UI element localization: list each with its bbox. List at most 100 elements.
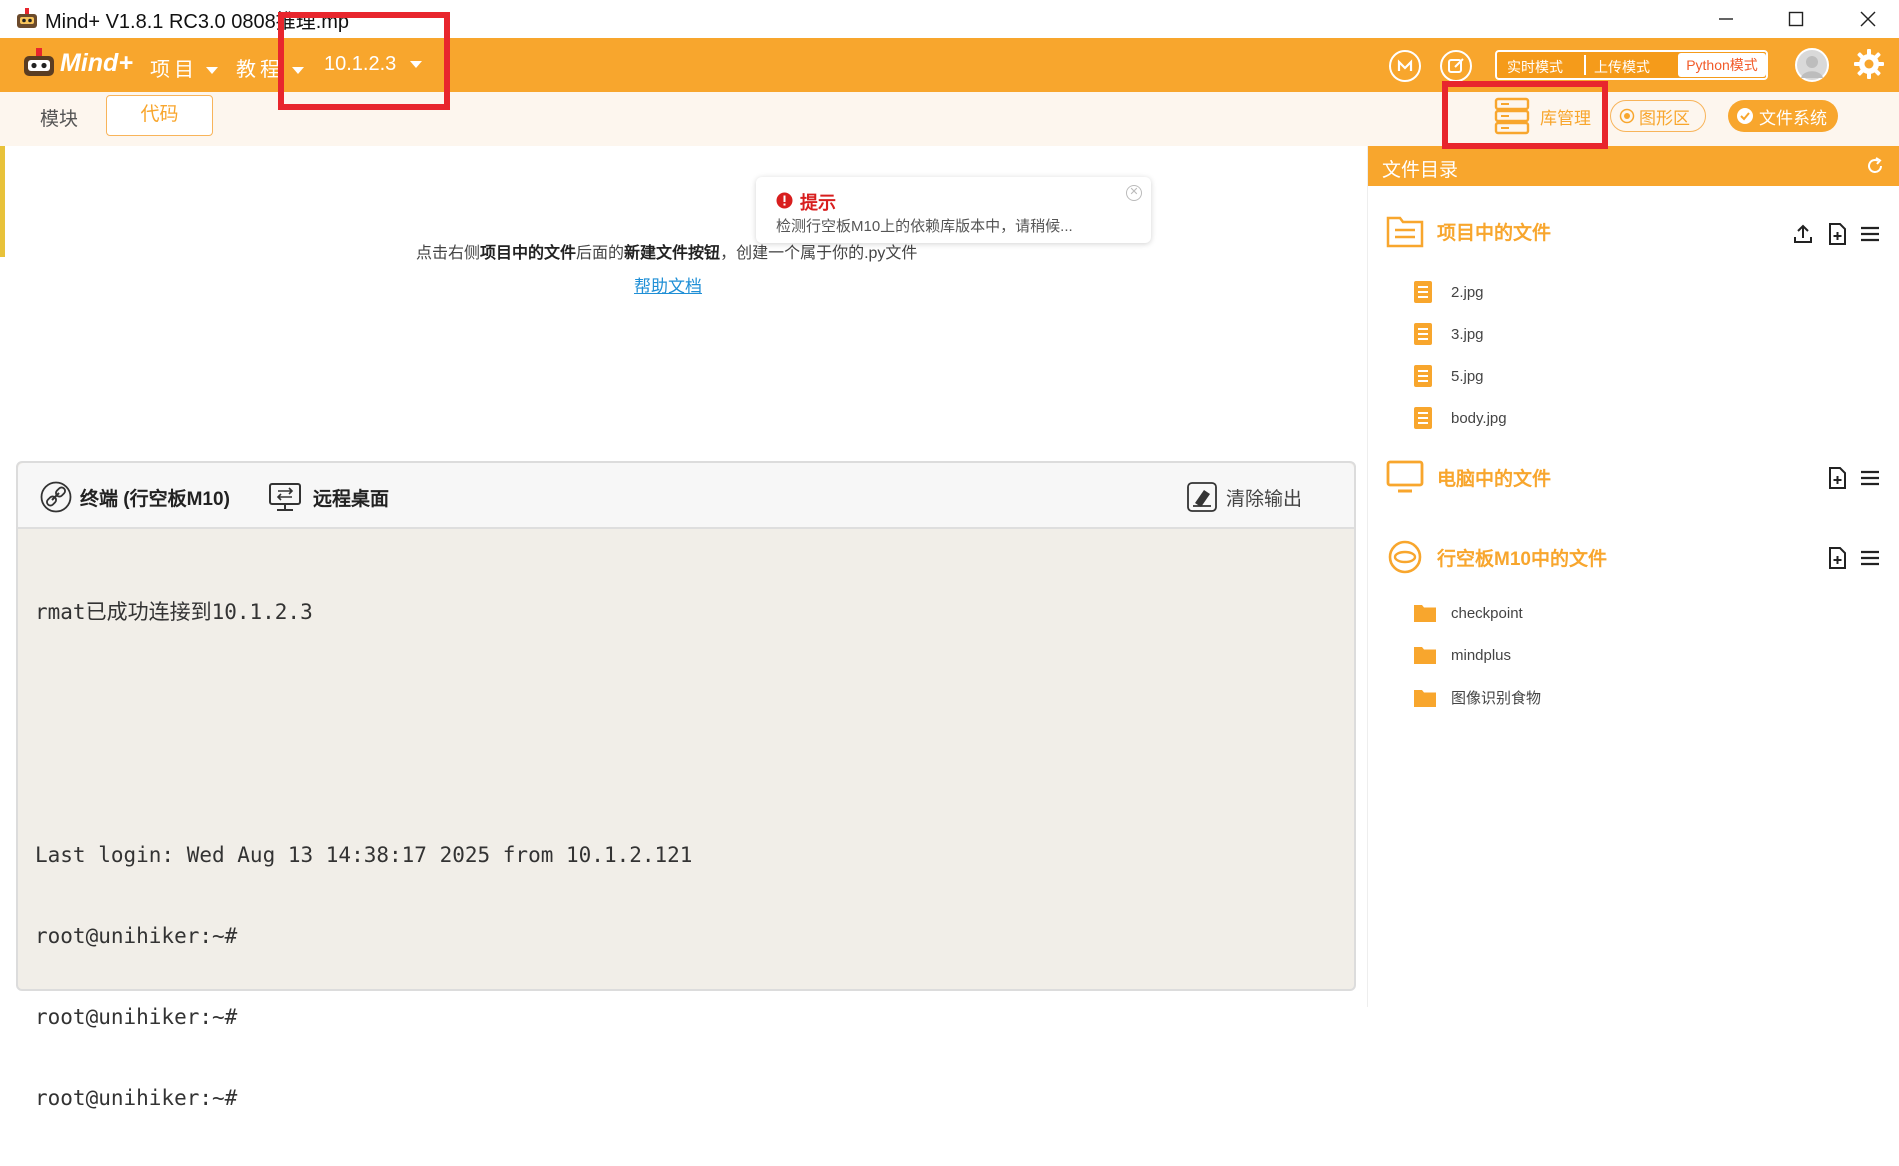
toast-title: 提示 [800, 193, 836, 213]
settings-button[interactable] [1853, 48, 1885, 85]
close-icon [1860, 11, 1876, 27]
menu-icon[interactable] [1859, 467, 1881, 489]
close-button[interactable] [1838, 2, 1898, 36]
terminal-output[interactable]: rmat已成功连接到10.1.2.3 Last login: Wed Aug 1… [35, 545, 692, 1166]
section-board-files-label: 行空板M10中的文件 [1437, 548, 1607, 570]
section-project-files-label: 项目中的文件 [1437, 222, 1552, 244]
upload-icon[interactable] [1791, 222, 1815, 246]
hint-text-2: 后面的 [576, 245, 625, 262]
project-files-actions [1791, 222, 1881, 246]
section-computer-files[interactable]: 电脑中的文件 [1386, 460, 1551, 494]
toast-message: 检测行空板M10上的依赖库版本中，请稍候... [776, 218, 1073, 235]
maximize-button[interactable] [1766, 2, 1826, 36]
file-name: 3.jpg [1451, 325, 1484, 343]
close-icon: ✕ [1129, 186, 1139, 198]
terminal-line: Last login: Wed Aug 13 14:38:17 2025 fro… [35, 843, 693, 867]
hint-bold-project-files: 项目中的文件 [480, 245, 577, 262]
code-editor-area[interactable]: 点击右侧项目中的文件后面的新建文件按钮，创建一个属于你的.py文件 帮助文档 [10, 148, 1361, 458]
mode-python-button[interactable]: Python模式 [1678, 53, 1766, 77]
annotation-highlight-device-ip [278, 12, 450, 110]
new-file-icon[interactable] [1825, 466, 1849, 490]
unihiker-board-icon [1388, 540, 1422, 574]
mind-community-button[interactable] [1389, 50, 1421, 82]
toast-close-button[interactable]: ✕ [1126, 185, 1142, 201]
folder-name: checkpoint [1451, 604, 1523, 622]
clear-output-label: 清除输出 [1226, 488, 1303, 510]
menu-icon[interactable] [1859, 223, 1881, 245]
file-icon [1414, 365, 1432, 387]
project-file-item[interactable]: 3.jpg [1413, 322, 1484, 346]
hint-text-1: 点击右侧 [416, 245, 481, 262]
folder-icon [1414, 605, 1436, 622]
graphics-area-button[interactable]: 图形区 [1610, 100, 1706, 132]
graphics-area-label: 图形区 [1639, 108, 1690, 128]
terminal-line: root@unihiker:~# [35, 1005, 238, 1029]
m-logo-icon [1397, 59, 1413, 71]
board-folder-item[interactable]: mindplus [1413, 645, 1511, 665]
section-board-files[interactable]: 行空板M10中的文件 [1386, 540, 1607, 574]
mode-upload-button[interactable]: 上传模式 [1594, 57, 1650, 77]
folder-name: mindplus [1451, 646, 1512, 664]
terminal-tab-label: 终端 (行空板M10) [80, 488, 230, 510]
file-directory-header: 文件目录 [1368, 146, 1899, 186]
file-icon [1414, 281, 1432, 303]
minimize-icon [1719, 18, 1733, 20]
file-icon [1414, 323, 1432, 345]
board-files-actions [1825, 546, 1881, 570]
file-name: 2.jpg [1451, 283, 1484, 301]
user-avatar[interactable] [1795, 48, 1829, 82]
file-name: 5.jpg [1451, 367, 1484, 385]
user-icon [1801, 56, 1823, 78]
file-name: body.jpg [1451, 409, 1507, 427]
board-folder-item[interactable]: 图像识别食物 [1413, 687, 1541, 708]
help-docs-link[interactable]: 帮助文档 [634, 272, 702, 297]
project-file-item[interactable]: body.jpg [1413, 406, 1507, 430]
file-directory-panel: 文件目录 项目中的文件 2.jpg 3.jpg 5.jpg body.jpg 电… [1367, 146, 1899, 1007]
project-file-item[interactable]: 2.jpg [1413, 280, 1484, 304]
new-file-icon[interactable] [1825, 546, 1849, 570]
radio-target-icon [1619, 108, 1635, 124]
clear-output-button[interactable]: 清除输出 [1186, 481, 1302, 513]
minimize-button[interactable] [1696, 2, 1756, 36]
terminal-panel: 终端 (行空板M10) 远程桌面 清除输出 rmat已成功连接到10.1.2.3… [16, 461, 1356, 1110]
check-circle-icon [1737, 108, 1753, 124]
remote-desktop-label: 远程桌面 [313, 488, 390, 510]
section-project-files[interactable]: 项目中的文件 [1386, 214, 1551, 248]
menu-project[interactable]: 项目 [150, 53, 218, 82]
remote-desktop-icon [269, 483, 301, 511]
menu-icon[interactable] [1859, 547, 1881, 569]
section-computer-files-label: 电脑中的文件 [1437, 468, 1552, 490]
new-file-icon[interactable] [1825, 222, 1849, 246]
folder-icon [1414, 647, 1436, 664]
tab-code[interactable]: 代码 [106, 95, 213, 136]
file-directory-title: 文件目录 [1382, 160, 1459, 181]
monitor-icon [1386, 460, 1424, 493]
terminal-line: root@unihiker:~# [35, 1086, 238, 1110]
menu-project-label: 项目 [150, 59, 198, 81]
terminal-line: rmat已成功连接到10.1.2.3 [35, 600, 313, 624]
maximize-icon [1788, 11, 1804, 27]
board-folder-item[interactable]: checkpoint [1413, 603, 1523, 623]
folder-list-icon [1386, 216, 1424, 248]
file-icon [1414, 407, 1432, 429]
menu-tutorial-label: 教程 [236, 59, 284, 81]
mindplus-logo[interactable]: Mind+ [22, 46, 133, 80]
terminal-tab[interactable]: 终端 (行空板M10) [40, 481, 230, 513]
eraser-icon [1187, 482, 1217, 512]
mode-realtime-button[interactable]: 实时模式 [1507, 57, 1563, 77]
file-system-label: 文件系统 [1759, 108, 1827, 128]
tab-blocks[interactable]: 模块 [40, 104, 78, 131]
refresh-icon[interactable] [1865, 156, 1885, 176]
hint-bold-new-file-button: 新建文件按钮 [624, 245, 721, 262]
computer-files-actions [1825, 466, 1881, 490]
remote-desktop-tab[interactable]: 远程桌面 [267, 481, 389, 513]
chevron-down-icon [206, 67, 218, 75]
edit-icon [1448, 58, 1464, 73]
file-system-button[interactable]: 文件系统 [1728, 100, 1838, 132]
folder-name: 图像识别食物 [1451, 690, 1542, 707]
project-file-item[interactable]: 5.jpg [1413, 364, 1484, 388]
feedback-button[interactable] [1440, 50, 1472, 82]
notification-toast: 提示 检测行空板M10上的依赖库版本中，请稍候... ✕ [756, 177, 1151, 243]
terminal-header: 终端 (行空板M10) 远程桌面 清除输出 [18, 463, 1354, 529]
